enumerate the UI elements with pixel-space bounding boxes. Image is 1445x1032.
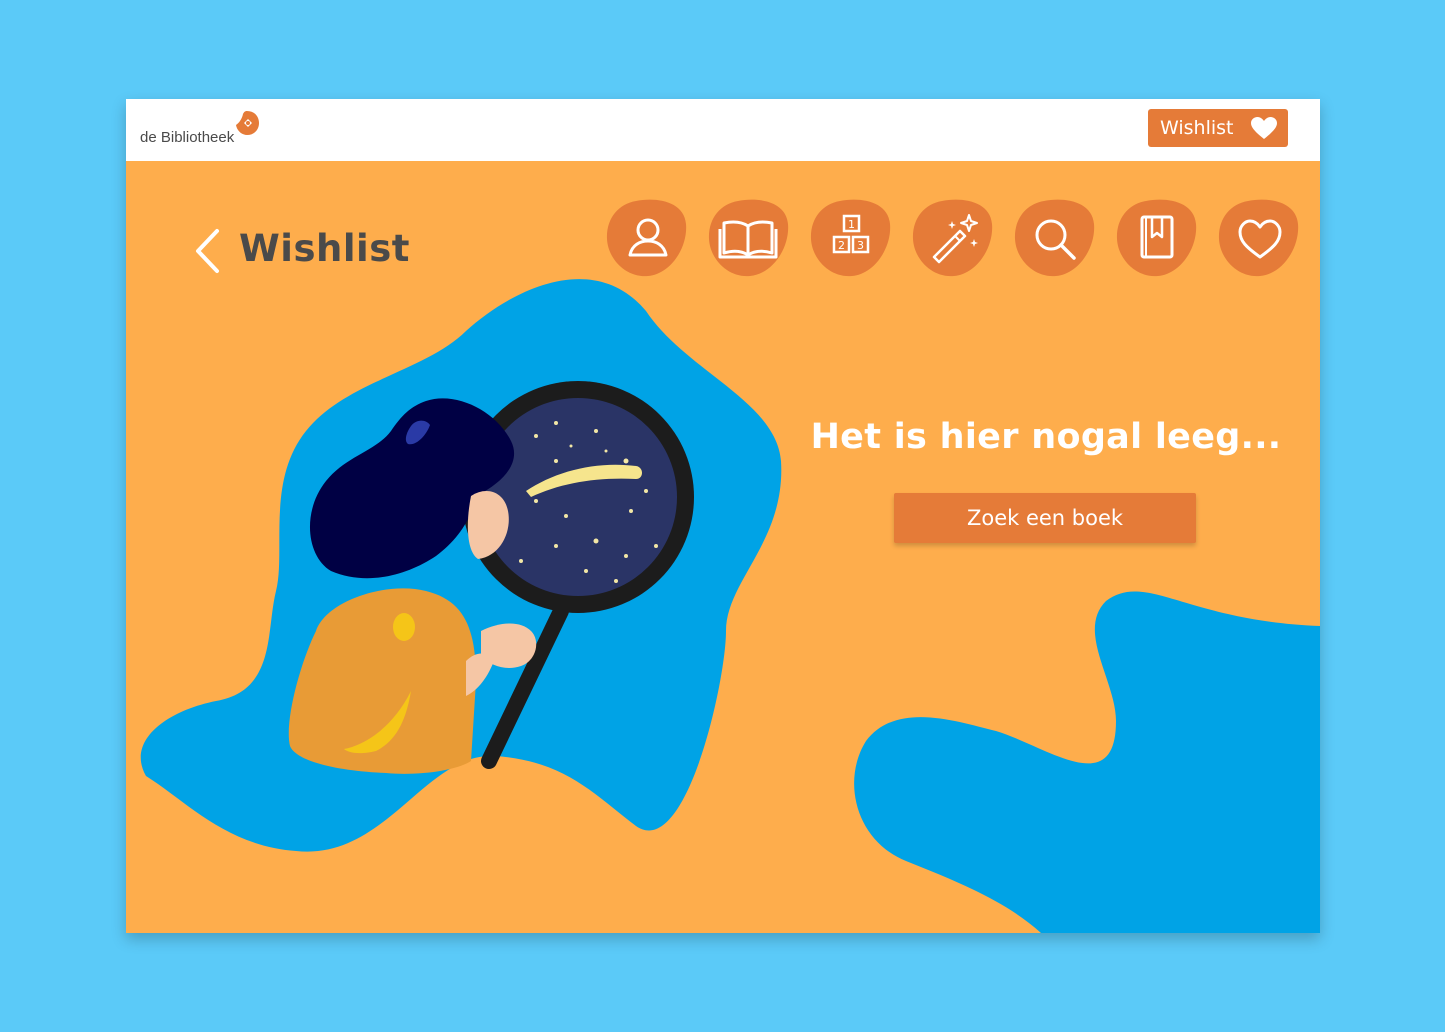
page-title: Wishlist [239,227,410,270]
magnifier-lens-sky [479,398,677,596]
heart-icon [1218,199,1299,277]
block-digit-3: 3 [857,239,864,252]
logo-text: de Bibliotheek [140,129,235,146]
find-book-button[interactable]: Zoek een boek [894,493,1196,543]
library-logo-icon [236,111,259,135]
number-blocks-icon: 1 2 3 [810,199,891,277]
open-book-icon [708,199,789,277]
block-digit-2: 2 [838,239,845,252]
magic-wand-icon [912,199,993,277]
header-wishlist-button[interactable]: Wishlist [1148,109,1288,147]
search-icon [1014,199,1095,277]
heart-icon [1251,117,1277,139]
bookmark-book-icon [1116,199,1197,277]
block-digit-1: 1 [848,218,855,231]
nav-item-profile[interactable] [606,199,688,277]
app-window: de Bibliotheek Wishlist Wishlist 1 2 3 H… [126,99,1320,933]
nav-item-magic[interactable] [912,199,994,277]
back-button[interactable] [192,227,222,275]
main-nav: 1 2 3 [606,199,1299,279]
header-wishlist-label: Wishlist [1160,117,1234,139]
nav-item-search[interactable] [1014,199,1096,277]
nav-item-books[interactable] [708,199,790,277]
nav-item-levels[interactable]: 1 2 3 [810,199,892,277]
top-bar: de Bibliotheek Wishlist [126,99,1320,161]
shirt-dot [393,613,415,641]
library-logo[interactable]: de Bibliotheek [140,109,259,149]
user-icon [606,199,687,277]
chevron-left-icon [196,229,219,273]
right-blue-blob [854,591,1320,933]
empty-state-message: Het is hier nogal leeg... [810,417,1282,457]
nav-item-saved[interactable] [1116,199,1198,277]
nav-item-wishlist[interactable] [1218,199,1300,277]
